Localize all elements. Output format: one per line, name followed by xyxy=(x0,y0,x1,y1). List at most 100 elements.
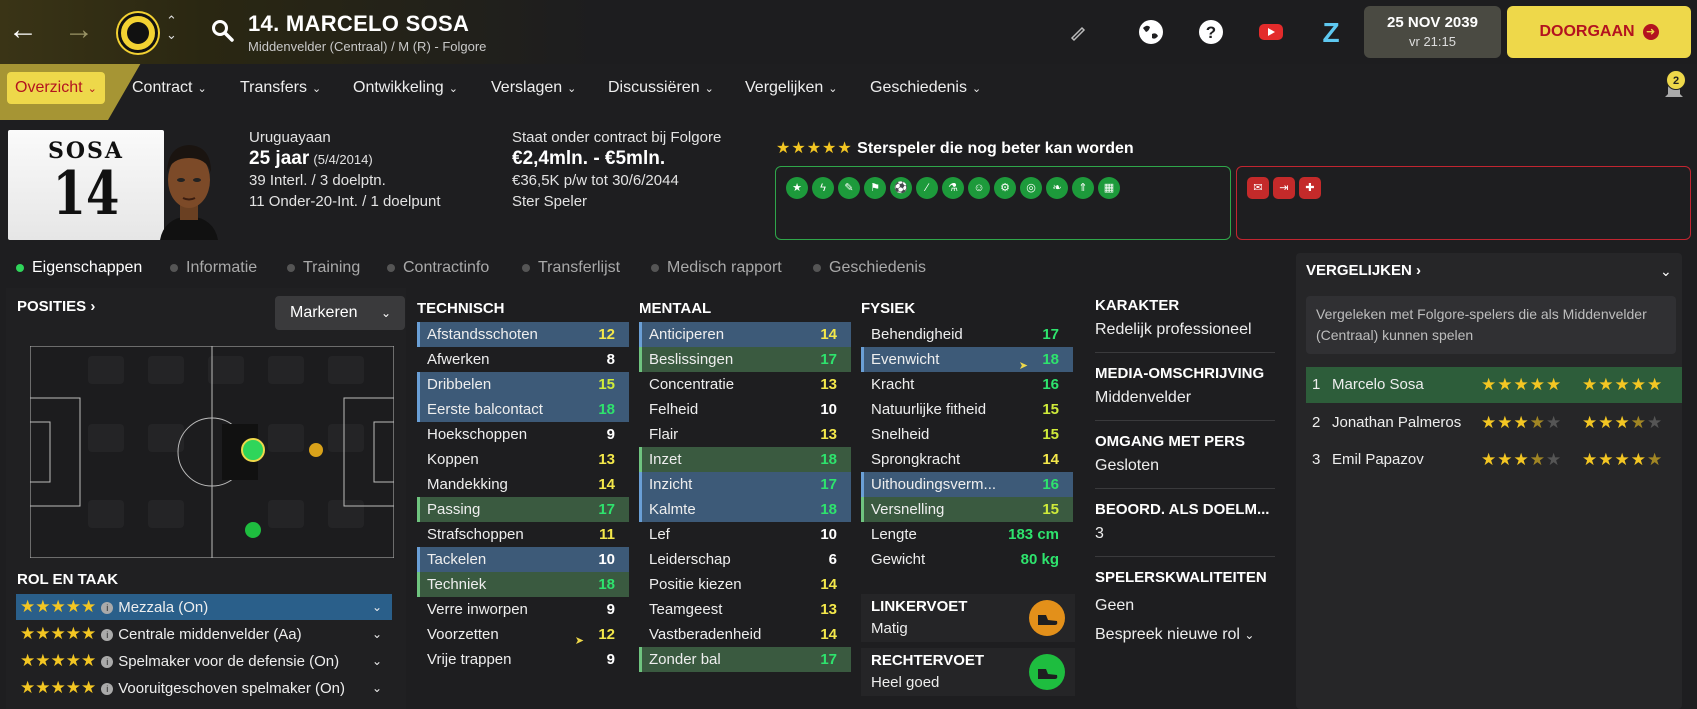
attribute-row[interactable]: Kracht 16 xyxy=(861,372,1073,397)
attribute-row[interactable]: Flair 13 xyxy=(639,422,851,447)
help-icon[interactable]: ? xyxy=(1197,18,1225,46)
menu-verslagen[interactable]: Verslagen ⌄ xyxy=(483,72,584,104)
pencil-trait-icon[interactable]: ∕ xyxy=(916,177,938,199)
attribute-row[interactable]: Inzet 18 xyxy=(639,447,851,472)
flag-trait-icon[interactable]: ⚑ xyxy=(864,177,886,199)
attribute-row[interactable]: Evenwicht ➤ 18 xyxy=(861,347,1073,372)
gk-rating-value: 3 xyxy=(1095,525,1104,542)
sprint-trait-icon[interactable]: ⇑ xyxy=(1072,177,1094,199)
discuss-role-link[interactable]: Bespreek nieuwe rol ⌄ xyxy=(1095,626,1254,644)
attribute-row[interactable]: Voorzetten ➤ 12 xyxy=(417,622,629,647)
subtab-geschiedenis[interactable]: Geschiedenis xyxy=(813,259,926,277)
attribute-row[interactable]: Inzicht 17 xyxy=(639,472,851,497)
info-icon[interactable]: i xyxy=(101,656,114,669)
attribute-row[interactable]: Anticiperen 14 xyxy=(639,322,851,347)
tackle-trait-icon[interactable]: ⚽ xyxy=(890,177,912,199)
attribute-row[interactable]: Leiderschap 6 xyxy=(639,547,851,572)
attribute-name: Lengte xyxy=(871,526,917,543)
attribute-row[interactable]: Lengte 183 cm xyxy=(861,522,1073,547)
attribute-row[interactable]: Verre inworpen 9 xyxy=(417,597,629,622)
target-trait-icon[interactable]: ◎ xyxy=(1020,177,1042,199)
info-icon[interactable]: i xyxy=(101,602,114,615)
subtab-medisch[interactable]: Medisch rapport xyxy=(651,259,782,277)
back-arrow-icon[interactable]: ← xyxy=(6,15,40,49)
attribute-row[interactable]: Eerste balcontact 18 xyxy=(417,397,629,422)
role-item[interactable]: ★★★★★ i Mezzala (On) ⌄ xyxy=(16,594,392,620)
compare-row[interactable]: 3 Emil Papazov ★★★★★ ★★★★★ xyxy=(1306,442,1682,478)
attribute-row[interactable]: Positie kiezen 14 xyxy=(639,572,851,597)
info-icon[interactable]: i xyxy=(101,683,114,696)
attribute-row[interactable]: Dribbelen 15 xyxy=(417,372,629,397)
subtab-training[interactable]: Training xyxy=(287,259,360,277)
attribute-row[interactable]: Sprongkracht 14 xyxy=(861,447,1073,472)
injury-warning-icon[interactable]: ✚ xyxy=(1299,177,1321,199)
attribute-row[interactable]: Concentratie 13 xyxy=(639,372,851,397)
attribute-row[interactable]: Zonder bal 17 xyxy=(639,647,851,672)
attribute-row[interactable]: Gewicht 80 kg xyxy=(861,547,1073,572)
attribute-row[interactable]: Kalmte 18 xyxy=(639,497,851,522)
gear-trait-icon[interactable]: ⚙ xyxy=(994,177,1016,199)
menu-discussieren[interactable]: Discussiëren ⌄ xyxy=(600,72,722,104)
transfer-warning-icon[interactable]: ⇥ xyxy=(1273,177,1295,199)
attribute-row[interactable]: Felheid 10 xyxy=(639,397,851,422)
attribute-row[interactable]: Mandekking 14 xyxy=(417,472,629,497)
subtab-informatie[interactable]: Informatie xyxy=(170,259,257,277)
up-down-chevron-icon[interactable]: ⌃ ⌄ xyxy=(166,14,177,42)
wrench-trait-icon[interactable]: ✎ xyxy=(838,177,860,199)
menu-overzicht[interactable]: Overzicht ⌄ xyxy=(7,72,105,104)
menu-ontwikkeling[interactable]: Ontwikkeling ⌄ xyxy=(345,72,466,104)
attribute-row[interactable]: Lef 10 xyxy=(639,522,851,547)
zendesk-icon[interactable]: Z xyxy=(1317,18,1345,46)
markeren-dropdown[interactable]: Markeren ⌄ xyxy=(275,296,405,330)
attribute-row[interactable]: Afwerken 8 xyxy=(417,347,629,372)
role-item[interactable]: ★★★★★ i Centrale middenvelder (Aa) ⌄ xyxy=(16,621,392,647)
continue-button[interactable]: DOORGAAN ➜ xyxy=(1507,6,1691,58)
date-box[interactable]: 25 NOV 2039 vr 21:15 xyxy=(1364,6,1501,58)
subtab-eigenschappen[interactable]: Eigenschappen xyxy=(16,259,142,277)
attribute-row[interactable]: Snelheid 15 xyxy=(861,422,1073,447)
attribute-row[interactable]: Afstandsschoten 12 xyxy=(417,322,629,347)
menu-contract[interactable]: Contract ⌄ xyxy=(124,72,215,104)
attribute-row[interactable]: Behendigheid 17 xyxy=(861,322,1073,347)
attribute-row[interactable]: Teamgeest 13 xyxy=(639,597,851,622)
fysiek-title: FYSIEK xyxy=(861,300,916,317)
star-trait-icon[interactable]: ★ xyxy=(786,177,808,199)
leaf-trait-icon[interactable]: ❧ xyxy=(1046,177,1068,199)
search-icon[interactable] xyxy=(210,18,236,44)
attribute-row[interactable]: Hoekschoppen 9 xyxy=(417,422,629,447)
menu-transfers[interactable]: Transfers ⌄ xyxy=(232,72,329,104)
menu-vergelijken[interactable]: Vergelijken ⌄ xyxy=(737,72,846,104)
info-icon[interactable]: i xyxy=(101,629,114,642)
positions-header[interactable]: POSITIES › xyxy=(17,298,95,315)
contract-warning-icon[interactable]: ✉ xyxy=(1247,177,1269,199)
attribute-row[interactable]: Versnelling 15 xyxy=(861,497,1073,522)
attribute-row[interactable]: Tackelen 10 xyxy=(417,547,629,572)
attribute-row[interactable]: Techniek 18 xyxy=(417,572,629,597)
attribute-row[interactable]: Natuurlijke fitheid 15 xyxy=(861,397,1073,422)
pencil-icon[interactable] xyxy=(1064,18,1092,46)
club-crest-icon[interactable] xyxy=(118,13,158,53)
compare-header[interactable]: VERGELIJKEN › xyxy=(1306,262,1421,279)
lightning-trait-icon[interactable]: ϟ xyxy=(812,177,834,199)
compare-row[interactable]: 1 Marcelo Sosa ★★★★★ ★★★★★ xyxy=(1306,367,1682,403)
forward-arrow-icon[interactable]: → xyxy=(62,15,96,49)
collapse-chevron-icon[interactable]: ⌄ xyxy=(1660,263,1672,280)
flask-trait-icon[interactable]: ⚗ xyxy=(942,177,964,199)
attribute-row[interactable]: Uithoudingsverm... 16 xyxy=(861,472,1073,497)
attribute-row[interactable]: Koppen 13 xyxy=(417,447,629,472)
role-item[interactable]: ★★★★★ i Spelmaker voor de defensie (On) ⌄ xyxy=(16,648,392,674)
subtab-contractinfo[interactable]: Contractinfo xyxy=(387,259,489,277)
subtab-transferlijst[interactable]: Transferlijst xyxy=(522,259,620,277)
youtube-icon[interactable] xyxy=(1257,18,1285,46)
attribute-row[interactable]: Strafschoppen 11 xyxy=(417,522,629,547)
role-item[interactable]: ★★★★★ i Vooruitgeschoven spelmaker (On) ⌄ xyxy=(16,675,392,701)
attribute-row[interactable]: Beslissingen 17 xyxy=(639,347,851,372)
pitch-trait-icon[interactable]: ▦ xyxy=(1098,177,1120,199)
attribute-row[interactable]: Vrije trappen 9 xyxy=(417,647,629,672)
attribute-row[interactable]: Vastberadenheid 14 xyxy=(639,622,851,647)
compare-row[interactable]: 2 Jonathan Palmeros ★★★★★ ★★★★★ xyxy=(1306,405,1682,441)
attribute-row[interactable]: Passing 17 xyxy=(417,497,629,522)
globe-icon[interactable] xyxy=(1137,18,1165,46)
menu-geschiedenis[interactable]: Geschiedenis ⌄ xyxy=(862,72,989,104)
head-trait-icon[interactable]: ☺ xyxy=(968,177,990,199)
